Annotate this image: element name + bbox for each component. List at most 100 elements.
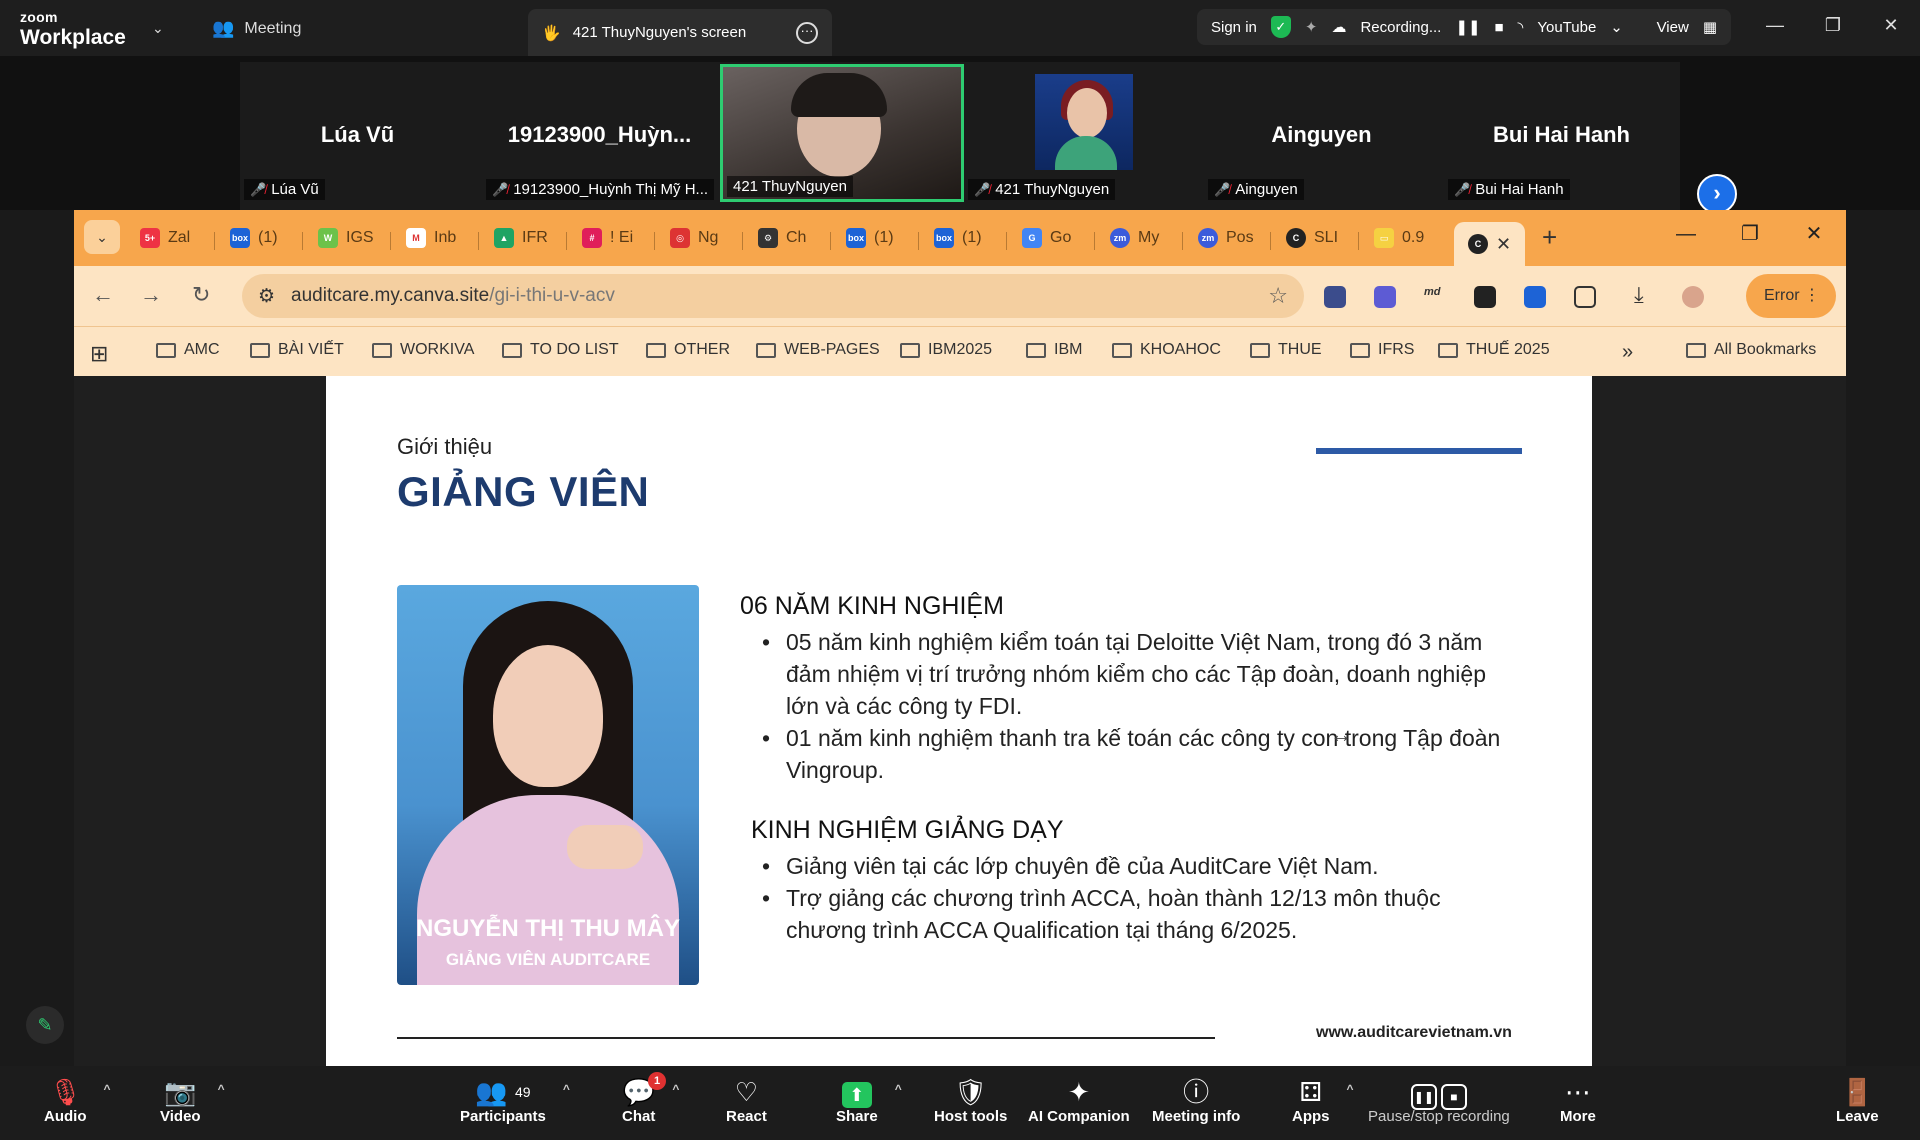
reload-icon[interactable]: ↻ — [192, 282, 210, 308]
youtube-stream-label[interactable]: YouTube — [1537, 19, 1596, 36]
view-grid-icon[interactable]: ▦ — [1703, 18, 1717, 36]
view-menu[interactable]: View — [1657, 19, 1689, 36]
share-button[interactable]: ⬆ Share ^ — [836, 1076, 902, 1125]
extension-icon[interactable] — [1374, 286, 1396, 308]
ai-sparkle-icon[interactable]: ✦ — [1305, 18, 1318, 36]
teaching-list: Giảng viên tại các lớp chuyên đề của Aud… — [762, 850, 1506, 946]
meeting-tab[interactable]: 👥 Meeting — [212, 18, 301, 39]
browser-close-icon[interactable]: ✕ — [1782, 216, 1846, 252]
next-page-chevron-icon[interactable]: › — [1697, 174, 1737, 214]
bookmark-folder[interactable]: OTHER — [646, 341, 730, 359]
bookmark-folder[interactable]: BÀI VIẾT — [250, 341, 344, 359]
bookmark-folder[interactable]: IBM2025 — [900, 341, 992, 359]
forward-arrow-icon[interactable]: → — [140, 282, 162, 308]
bookmark-folder[interactable]: AMC — [156, 341, 220, 359]
back-arrow-icon[interactable]: ← — [92, 282, 114, 308]
address-bar[interactable]: ⚙ auditcare.my.canva.site/gi-i-thi-u-v-a… — [242, 274, 1304, 318]
video-options-caret-icon[interactable]: ^ — [218, 1082, 225, 1096]
extension-icon[interactable] — [1324, 286, 1346, 308]
annotate-pencil-icon[interactable]: ✎ — [26, 1006, 64, 1044]
browser-tab[interactable]: ▲ IFR — [494, 222, 548, 254]
bookmark-folder[interactable]: TO DO LIST — [502, 341, 619, 359]
shared-screen-tab[interactable]: 🖐 421 ThuyNguyen's screen ··· — [528, 9, 832, 56]
more-options-icon[interactable]: ··· — [796, 21, 818, 44]
stop-recording-icon[interactable]: ■ — [1494, 19, 1503, 36]
extension-icon[interactable] — [1474, 286, 1496, 308]
share-caret-icon[interactable]: ^ — [895, 1082, 902, 1096]
browser-restore-icon[interactable]: ❐ — [1718, 216, 1782, 252]
chat-caret-icon[interactable]: ^ — [672, 1082, 679, 1096]
chat-button[interactable]: 💬 1 Chat ^ — [622, 1072, 679, 1125]
active-browser-tab[interactable]: C ✕ — [1454, 222, 1526, 266]
participant-tile[interactable]: Bui Hai Hanh 🎤̸ Bui Hai Hanh — [1444, 74, 1679, 202]
browser-tab[interactable]: zm My — [1110, 222, 1159, 254]
bookmark-folder[interactable]: IFRS — [1350, 341, 1414, 359]
markdown-extension-icon[interactable]: md — [1424, 286, 1446, 308]
app-menu-chevron-icon[interactable]: ⌄ — [152, 20, 164, 37]
bookmark-folder[interactable]: THUE — [1250, 341, 1322, 359]
google-translate-icon: G — [1022, 228, 1042, 248]
bookmark-folder[interactable]: WORKIVA — [372, 341, 474, 359]
download-icon[interactable]: ⤓ — [1634, 282, 1644, 308]
browser-tab[interactable]: #! Ei — [582, 222, 633, 254]
browser-tab[interactable]: ▭ 0.9 — [1374, 222, 1424, 254]
video-button[interactable]: 📷 Video ^ — [160, 1076, 225, 1125]
browser-tab[interactable]: zm Pos — [1198, 222, 1254, 254]
apps-button[interactable]: ⚃ Apps ^ — [1292, 1076, 1354, 1125]
minimize-icon[interactable]: — — [1746, 0, 1804, 50]
browser-tab[interactable]: G Go — [1022, 222, 1071, 254]
browser-tab[interactable]: box (1) — [230, 222, 278, 254]
participants-button[interactable]: 👥 49 Participants ^ — [460, 1076, 570, 1125]
browser-tab[interactable]: box (1) — [846, 222, 894, 254]
encryption-shield-icon[interactable]: ✓ — [1270, 16, 1291, 38]
participant-tile[interactable]: Lúa Vũ 🎤̸ Lúa Vũ — [240, 74, 475, 202]
youtube-chevron-icon[interactable]: ⌄ — [1610, 18, 1623, 36]
pause-recording-icon[interactable]: ❚❚ — [1455, 18, 1480, 36]
restore-icon[interactable]: ❐ — [1804, 0, 1862, 50]
react-button[interactable]: ♡ React — [726, 1076, 767, 1125]
browser-tab[interactable]: box (1) — [934, 222, 982, 254]
profile-avatar[interactable] — [1682, 286, 1704, 308]
bookmark-folder[interactable]: THUẾ 2025 — [1438, 341, 1550, 359]
browser-tab[interactable]: C SLI — [1286, 222, 1338, 254]
pause-stop-recording-button[interactable]: ❚❚ ■ Pause/stop recording — [1368, 1076, 1510, 1125]
participant-tile[interactable]: Ainguyen 🎤̸ Ainguyen — [1204, 74, 1439, 202]
ai-companion-button[interactable]: ✦ AI Companion — [1028, 1076, 1130, 1125]
profile-error-button[interactable]: Error ⋮ — [1746, 274, 1836, 318]
active-speaker-video[interactable]: 421 ThuyNguyen — [720, 64, 964, 202]
apps-grid-icon[interactable]: ⊞ — [90, 341, 108, 367]
more-bookmarks-chevron-icon[interactable]: » — [1622, 341, 1633, 364]
bookmark-folder[interactable]: KHOAHOC — [1112, 341, 1221, 359]
browser-tab[interactable]: 5+ Zal — [140, 222, 190, 254]
extensions-puzzle-icon[interactable] — [1574, 286, 1596, 308]
apps-icon: ⚃ — [1299, 1077, 1323, 1107]
zoom-workplace-logo: zoom Workplace — [20, 9, 126, 49]
audio-button[interactable]: 🎙 Audio ^ — [44, 1076, 111, 1125]
browser-tab[interactable]: ◎ Ng — [670, 222, 718, 254]
participant-tile[interactable]: 19123900_Huỳn... 🎤̸ 19123900_Huỳnh Thị Mỹ… — [482, 74, 717, 202]
bookmark-folder[interactable]: IBM — [1026, 341, 1082, 359]
participant-tile[interactable]: 🎤̸ 421 ThuyNguyen — [964, 74, 1199, 202]
sign-in-link[interactable]: Sign in — [1211, 19, 1257, 36]
tab-search-chevron-icon[interactable]: ⌄ — [84, 220, 120, 254]
new-tab-icon[interactable]: + — [1542, 222, 1557, 253]
more-button[interactable]: ⋯ More — [1560, 1076, 1596, 1125]
site-settings-icon[interactable]: ⚙ — [258, 285, 275, 308]
meeting-info-button[interactable]: ⓘ Meeting info — [1152, 1076, 1240, 1125]
audio-options-caret-icon[interactable]: ^ — [103, 1082, 110, 1096]
browser-tab[interactable]: M Inb — [406, 222, 456, 254]
bookmark-star-icon[interactable]: ☆ — [1268, 283, 1288, 309]
bookmark-folder[interactable]: WEB-PAGES — [756, 341, 880, 359]
browser-tab[interactable]: W IGS — [318, 222, 374, 254]
bitwarden-icon[interactable] — [1524, 286, 1546, 308]
more-dots-icon: ⋯ — [1564, 1077, 1591, 1107]
browser-minimize-icon[interactable]: — — [1654, 216, 1718, 252]
close-tab-icon[interactable]: ✕ — [1496, 234, 1511, 255]
leave-button[interactable]: 🚪 Leave — [1836, 1076, 1879, 1125]
participants-caret-icon[interactable]: ^ — [563, 1082, 570, 1096]
all-bookmarks-folder[interactable]: All Bookmarks — [1686, 341, 1816, 359]
host-tools-button[interactable]: 🛡 Host tools — [934, 1076, 1007, 1125]
apps-caret-icon[interactable]: ^ — [1346, 1082, 1353, 1096]
close-icon[interactable]: ✕ — [1862, 0, 1920, 50]
browser-tab[interactable]: ⚙ Ch — [758, 222, 806, 254]
